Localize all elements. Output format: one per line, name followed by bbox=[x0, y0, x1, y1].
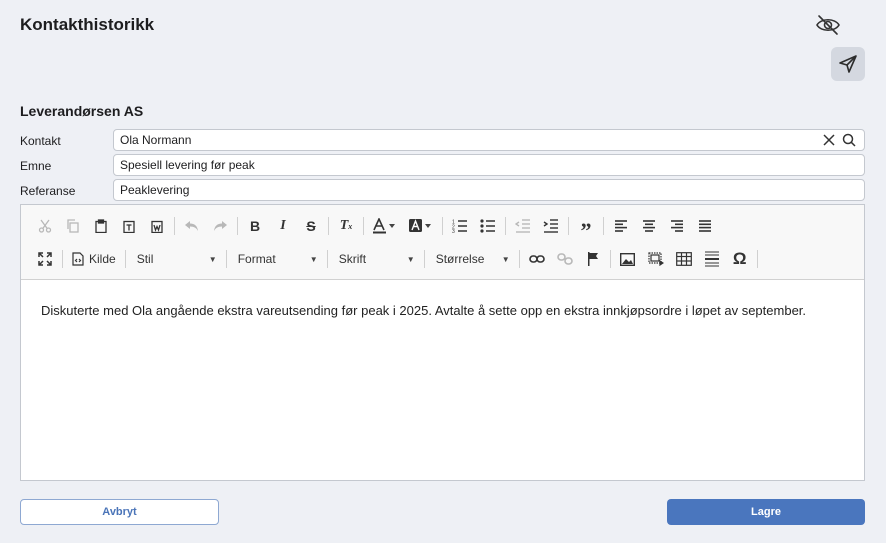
separator bbox=[326, 250, 328, 268]
font-dropdown-label: Skrift bbox=[338, 252, 367, 266]
rich-text-editor[interactable]: B I S Tx 123 ” Kilde Stil ▼ Format ▼ Skr… bbox=[20, 204, 865, 481]
editor-content[interactable]: Diskuterte med Ola angående ekstra vareu… bbox=[21, 280, 864, 341]
size-dropdown-label: Størrelse bbox=[435, 252, 485, 266]
separator bbox=[328, 217, 329, 235]
background-color-icon[interactable] bbox=[403, 213, 439, 239]
font-dropdown[interactable]: Skrift ▼ bbox=[331, 246, 421, 272]
subject-value: Spesiell levering før peak bbox=[120, 158, 255, 172]
editor-toolbar: B I S Tx 123 ” Kilde Stil ▼ Format ▼ Skr… bbox=[21, 205, 864, 280]
link-icon[interactable] bbox=[523, 246, 551, 272]
bold-icon[interactable]: B bbox=[241, 213, 269, 239]
align-right-icon[interactable] bbox=[663, 213, 691, 239]
separator bbox=[603, 217, 604, 235]
redo-icon[interactable] bbox=[206, 213, 234, 239]
eye-off-icon bbox=[814, 13, 842, 37]
reference-field[interactable]: Peaklevering bbox=[113, 179, 865, 201]
align-center-icon[interactable] bbox=[635, 213, 663, 239]
style-dropdown[interactable]: Stil ▼ bbox=[129, 246, 223, 272]
cut-icon[interactable] bbox=[31, 213, 59, 239]
remove-format-icon[interactable]: Tx bbox=[332, 213, 360, 239]
subject-field[interactable]: Spesiell levering før peak bbox=[113, 154, 865, 176]
justify-icon[interactable] bbox=[691, 213, 719, 239]
copy-icon[interactable] bbox=[59, 213, 87, 239]
svg-text:3: 3 bbox=[452, 229, 455, 233]
italic-icon[interactable]: I bbox=[269, 213, 297, 239]
company-name: Leverandørsen AS bbox=[20, 103, 144, 119]
size-dropdown[interactable]: Størrelse ▼ bbox=[428, 246, 516, 272]
format-dropdown-label: Format bbox=[237, 252, 276, 266]
iframe-icon[interactable] bbox=[642, 246, 670, 272]
separator bbox=[505, 217, 506, 235]
contact-field[interactable]: Ola Normann bbox=[113, 129, 865, 151]
separator bbox=[568, 217, 569, 235]
blockquote-icon[interactable]: ” bbox=[572, 213, 600, 243]
outdent-icon[interactable] bbox=[509, 213, 537, 239]
table-icon[interactable] bbox=[670, 246, 698, 272]
horizontal-line-icon[interactable] bbox=[698, 246, 726, 272]
separator bbox=[423, 250, 425, 268]
chevron-down-icon: ▼ bbox=[406, 254, 415, 264]
paste-text-icon[interactable] bbox=[115, 213, 143, 239]
strikethrough-icon[interactable]: S bbox=[297, 213, 325, 239]
chevron-down-icon: ▼ bbox=[501, 254, 510, 264]
align-left-icon[interactable] bbox=[607, 213, 635, 239]
separator bbox=[518, 250, 520, 268]
indent-icon[interactable] bbox=[537, 213, 565, 239]
send-icon bbox=[838, 54, 858, 74]
separator bbox=[609, 250, 611, 268]
separator bbox=[62, 250, 63, 268]
paste-word-icon[interactable] bbox=[143, 213, 171, 239]
separator bbox=[237, 217, 238, 235]
clear-icon[interactable] bbox=[820, 131, 838, 149]
bulleted-list-icon[interactable] bbox=[474, 213, 502, 239]
style-dropdown-label: Stil bbox=[136, 252, 154, 266]
special-character-icon[interactable]: Ω bbox=[726, 246, 754, 272]
source-label: Kilde bbox=[89, 252, 116, 266]
separator bbox=[442, 217, 443, 235]
cancel-button[interactable]: Avbryt bbox=[20, 499, 219, 525]
maximize-icon[interactable] bbox=[31, 246, 59, 272]
separator bbox=[363, 217, 364, 235]
separator bbox=[124, 250, 126, 268]
source-icon bbox=[72, 252, 84, 266]
separator bbox=[174, 217, 175, 235]
source-button[interactable]: Kilde bbox=[66, 246, 122, 272]
page-title: Kontakthistorikk bbox=[20, 15, 155, 34]
separator bbox=[756, 250, 758, 268]
chevron-down-icon: ▼ bbox=[309, 254, 318, 264]
undo-icon[interactable] bbox=[178, 213, 206, 239]
save-button[interactable]: Lagre bbox=[667, 499, 865, 525]
chevron-down-icon: ▼ bbox=[208, 254, 217, 264]
send-button[interactable] bbox=[831, 47, 865, 81]
contact-label: Kontakt bbox=[20, 134, 61, 148]
unlink-icon[interactable] bbox=[551, 246, 579, 272]
reference-label: Referanse bbox=[20, 184, 76, 198]
anchor-icon[interactable] bbox=[579, 246, 607, 272]
search-icon[interactable] bbox=[840, 131, 858, 149]
image-icon[interactable] bbox=[614, 246, 642, 272]
hide-button[interactable] bbox=[812, 10, 844, 40]
format-dropdown[interactable]: Format ▼ bbox=[230, 246, 324, 272]
paste-icon[interactable] bbox=[87, 213, 115, 239]
subject-label: Emne bbox=[20, 159, 52, 173]
numbered-list-icon[interactable]: 123 bbox=[446, 213, 474, 239]
contact-value: Ola Normann bbox=[120, 133, 192, 147]
reference-value: Peaklevering bbox=[120, 183, 190, 197]
separator bbox=[225, 250, 227, 268]
text-color-icon[interactable] bbox=[367, 213, 403, 239]
